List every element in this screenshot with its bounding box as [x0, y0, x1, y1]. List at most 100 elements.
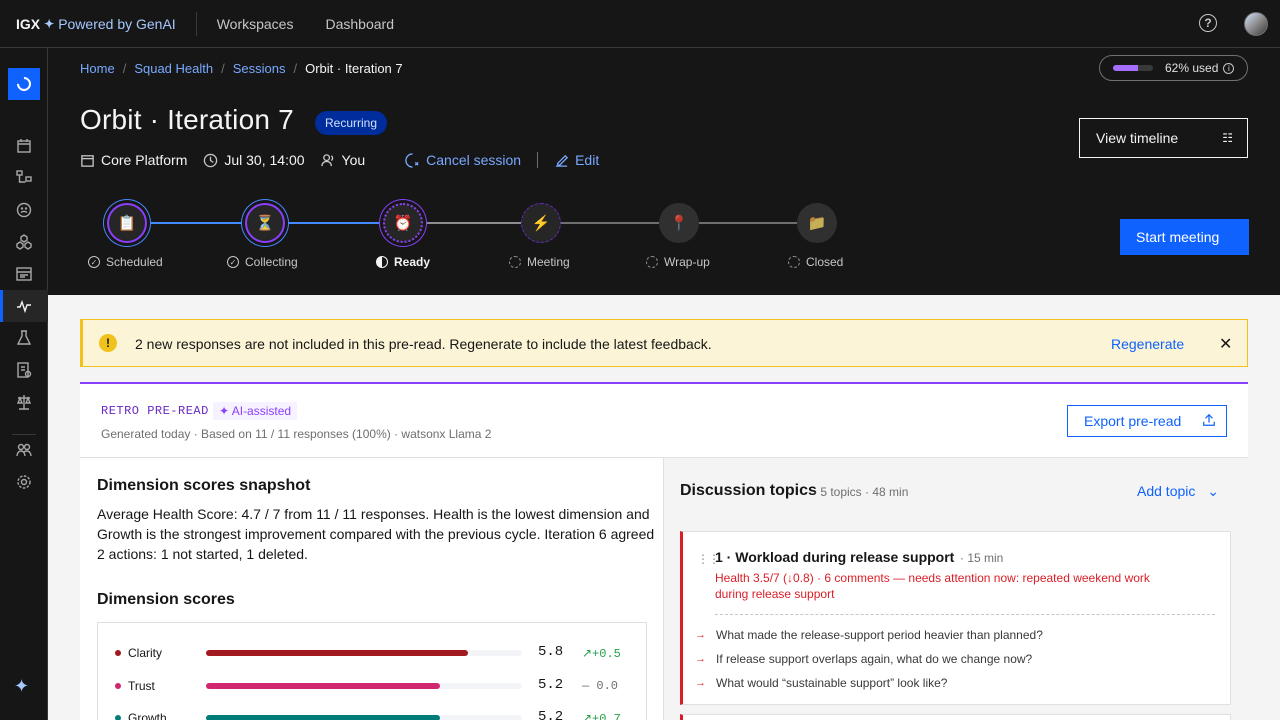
step-scheduled-node[interactable]: 📋 — [107, 203, 147, 243]
series-dot — [115, 715, 121, 720]
calendar-icon[interactable] — [14, 136, 34, 156]
score-delta: ↗+0.7 — [582, 712, 621, 720]
score-row-trust[interactable]: Trust 5.2 — 0.0 — [98, 676, 646, 696]
face-icon[interactable] — [14, 200, 34, 220]
session-meta: Core Platform Jul 30, 14:00 You Cancel s… — [80, 152, 615, 168]
scale-icon[interactable] — [14, 392, 34, 412]
session-header: Home / Squad Health / Sessions / Orbit ·… — [48, 48, 1280, 295]
score-row-clarity[interactable]: Clarity 5.8 ↗+0.5 — [98, 643, 646, 663]
step-closed-node[interactable]: 📁 — [797, 203, 837, 243]
score-value: 5.2 — [538, 677, 564, 693]
regenerate-link[interactable]: Regenerate — [1111, 336, 1184, 352]
series-dot — [115, 683, 121, 689]
brand-name: IGX — [16, 15, 41, 32]
topic-card[interactable]: ⋮⋮ 1 · Workload during release support ·… — [680, 531, 1231, 705]
dashed-circle-icon — [788, 256, 800, 268]
add-topic-label: Add topic — [1137, 483, 1196, 499]
generated-info: Generated today · Based on 11 / 11 respo… — [101, 427, 492, 441]
page-title: Orbit · Iteration 7 — [80, 104, 294, 135]
pulse-icon[interactable] — [14, 296, 34, 316]
breadcrumb-separator: / — [293, 61, 298, 76]
timeline-icon: ☷ — [1222, 131, 1233, 145]
score-fill — [206, 715, 440, 720]
flask-icon[interactable] — [14, 328, 34, 348]
dashed-circle-icon — [646, 256, 658, 268]
dashboard-icon[interactable] — [14, 264, 34, 284]
step-collecting-node[interactable]: ⏳ — [245, 203, 285, 243]
step-connector — [699, 222, 797, 224]
team-icon[interactable] — [14, 440, 34, 460]
export-preread-button[interactable]: Export pre-read — [1067, 405, 1227, 437]
step-connector — [147, 222, 245, 224]
info-icon[interactable]: i — [1223, 62, 1235, 74]
brand-subtitle: Powered by GenAI — [58, 15, 176, 32]
edit-link[interactable]: Edit — [554, 152, 599, 168]
preread-card: RETRO PRE-READ ✦ AI-assisted Generated t… — [80, 382, 1248, 720]
step-connector — [285, 222, 383, 224]
step-ready-label: Ready — [376, 255, 430, 269]
pencil-icon — [555, 154, 569, 167]
help-icon[interactable]: ? — [1199, 14, 1217, 32]
step-ready-node[interactable]: ⏰ — [383, 203, 423, 243]
arrow-right-icon: → — [695, 629, 706, 641]
nav-dashboard[interactable]: Dashboard — [325, 16, 394, 32]
report-icon[interactable] — [14, 360, 34, 380]
topbar-divider — [195, 11, 197, 36]
datetime-meta: Jul 30, 14:00 — [203, 152, 305, 168]
settings-icon[interactable] — [14, 472, 34, 492]
scores-title: Dimension scores — [97, 591, 235, 608]
score-row-growth[interactable]: Growth 5.2 ↗+0.7 — [98, 708, 646, 720]
avatar[interactable] — [1244, 12, 1268, 36]
breadcrumb-squad-health[interactable]: Squad Health — [134, 61, 213, 76]
team-name: Core Platform — [101, 152, 188, 168]
ai-sparkle-icon[interactable]: ✦ — [14, 676, 29, 697]
hierarchy-icon[interactable] — [14, 168, 34, 188]
sparkle-icon: ✦ — [44, 16, 55, 31]
owner-meta: You — [320, 152, 365, 168]
topics-title: Discussion topics — [680, 482, 817, 499]
top-bar: IGX ✦ Powered by GenAI Workspaces Dashbo… — [0, 0, 1280, 48]
topic-divider — [715, 614, 1215, 615]
usage-label: 62% used — [1165, 61, 1219, 75]
step-meeting-node[interactable]: ⚡ — [521, 203, 561, 243]
warning-banner: ! 2 new responses are not included in th… — [80, 319, 1248, 367]
team-calendar-icon — [81, 154, 94, 167]
cancel-session-label: Cancel session — [426, 152, 522, 168]
add-topic-button[interactable]: Add topic ⌄ — [1137, 483, 1219, 500]
topics-meta: · 5 topics · 48 min — [813, 485, 909, 499]
nav-workspaces[interactable]: Workspaces — [217, 16, 294, 32]
export-preread-label: Export pre-read — [1084, 413, 1182, 429]
breadcrumb-sessions[interactable]: Sessions — [233, 61, 286, 76]
start-meeting-button[interactable]: Start meeting — [1120, 219, 1249, 255]
step-connector — [423, 222, 521, 224]
side-rail: ✦ — [0, 48, 48, 720]
score-fill — [206, 650, 469, 656]
topic-card-next[interactable] — [680, 714, 1231, 720]
session-datetime: Jul 30, 14:00 — [224, 152, 305, 168]
step-wrapup-node[interactable]: 📍 — [659, 203, 699, 243]
view-timeline-button[interactable]: View timeline ☷ — [1079, 118, 1248, 158]
breadcrumb-current: Orbit · Iteration 7 — [305, 61, 403, 76]
topic-question: → If release support overlaps again, what… — [695, 652, 1033, 666]
brand[interactable]: IGX ✦ Powered by GenAI — [0, 16, 176, 32]
check-circle-icon: ✓ — [88, 256, 100, 268]
column-divider — [663, 457, 664, 720]
score-track — [206, 683, 522, 689]
edit-label: Edit — [575, 152, 600, 168]
score-value: 5.8 — [538, 644, 564, 660]
close-icon[interactable]: ✕ — [1219, 334, 1232, 354]
usage-bar-fill — [1113, 65, 1138, 71]
cubes-icon[interactable] — [14, 232, 34, 252]
topic-duration: · 15 min — [960, 551, 1004, 565]
team-meta: Core Platform — [80, 152, 187, 168]
topic-question: → What made the release-support period he… — [695, 628, 1043, 642]
step-collecting-label: ✓ Collecting — [227, 255, 298, 269]
breadcrumb-separator: / — [221, 61, 225, 76]
half-circle-icon — [376, 256, 388, 268]
breadcrumb-home[interactable]: Home — [80, 61, 115, 76]
score-delta: ↗+0.5 — [582, 647, 621, 661]
score-name: Growth — [128, 711, 167, 720]
cancel-session-link[interactable]: Cancel session — [405, 152, 521, 168]
usage-indicator[interactable]: 62% used i — [1099, 55, 1248, 81]
app-logo-icon[interactable] — [8, 68, 40, 100]
